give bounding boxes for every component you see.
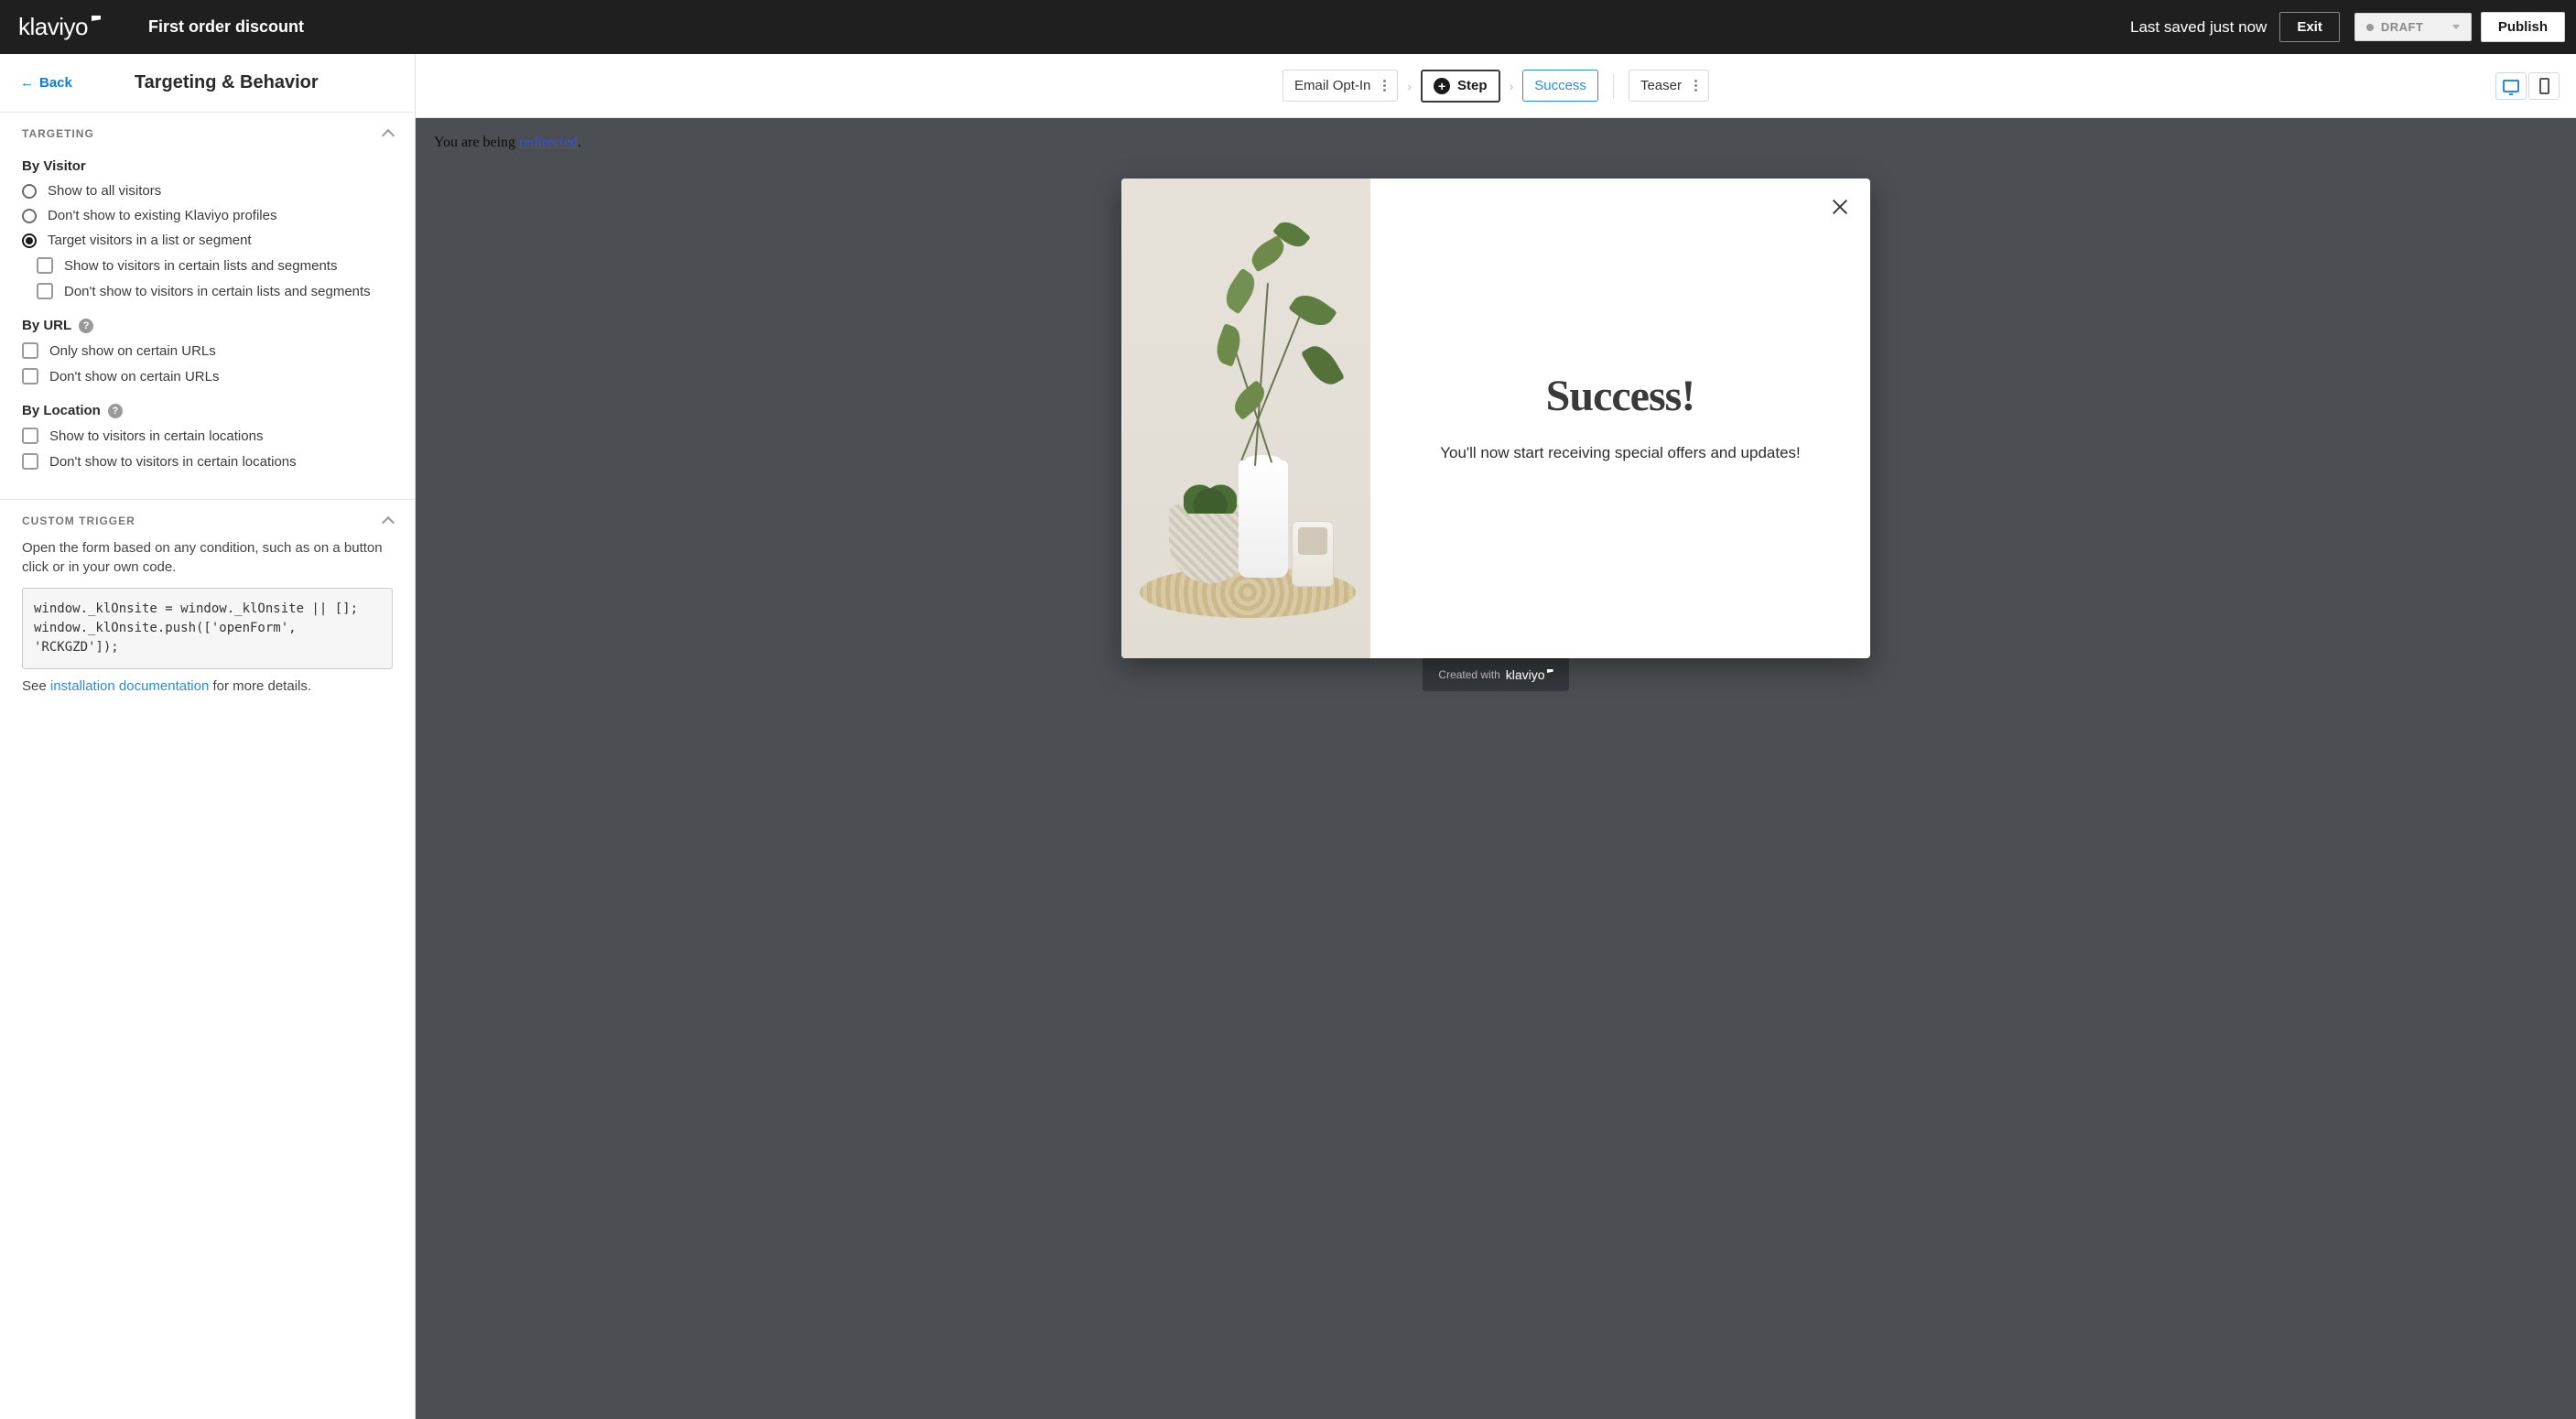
- radio-exclude-klaviyo-profiles[interactable]: Don't show to existing Klaviyo profiles: [22, 208, 393, 223]
- by-visitor-title: By Visitor: [22, 158, 393, 174]
- targeting-section: TARGETING By Visitor Show to all visitor…: [0, 113, 415, 500]
- preview-canvas: You are being redirected.: [416, 118, 2576, 1419]
- by-location-title: By Location ?: [22, 403, 393, 418]
- status-label: DRAFT: [2381, 20, 2445, 34]
- status-dot-icon: [2366, 24, 2374, 31]
- plus-circle-icon: +: [1434, 78, 1450, 94]
- custom-trigger-title: CUSTOM TRIGGER: [22, 515, 135, 527]
- custom-trigger-header[interactable]: CUSTOM TRIGGER: [22, 515, 393, 527]
- popup-heading: Success!: [1546, 371, 1695, 421]
- mobile-icon: [2539, 78, 2549, 94]
- radio-label: Show to all visitors: [48, 183, 161, 199]
- help-icon[interactable]: ?: [108, 404, 123, 418]
- checkbox-show-locations[interactable]: Show to visitors in certain locations: [22, 428, 393, 444]
- step-label: Email Opt-In: [1294, 78, 1370, 93]
- checkbox-label: Show to visitors in certain locations: [49, 428, 263, 444]
- radio-icon: [22, 209, 37, 223]
- kebab-menu-icon[interactable]: [1691, 80, 1701, 92]
- add-step-label: Step: [1457, 78, 1488, 93]
- sidebar: ← Back Targeting & Behavior TARGETING By…: [0, 54, 416, 1419]
- radio-icon: [22, 184, 37, 199]
- popup-image-panel: [1121, 179, 1370, 658]
- redirect-link[interactable]: redirected: [519, 135, 578, 150]
- checkbox-label: Don't show on certain URLs: [49, 369, 219, 385]
- checkbox-label: Don't show to visitors in certain lists …: [64, 284, 371, 299]
- popup-body: You'll now start receiving special offer…: [1440, 441, 1801, 465]
- by-url-title: By URL ?: [22, 318, 393, 333]
- checkbox-icon: [22, 453, 38, 470]
- status-dropdown[interactable]: DRAFT: [2354, 13, 2472, 41]
- step-teaser[interactable]: Teaser: [1629, 70, 1709, 102]
- device-mobile-button[interactable]: [2528, 72, 2560, 100]
- popup-preview[interactable]: Success! You'll now start receiving spec…: [1121, 179, 1870, 658]
- step-label: Teaser: [1640, 78, 1682, 93]
- checkbox-icon: [37, 257, 53, 274]
- panel-title: Targeting & Behavior: [135, 72, 319, 93]
- last-saved-text: Last saved just now: [2130, 18, 2267, 37]
- chevron-up-icon: [382, 129, 395, 142]
- device-toggle: [2495, 72, 2560, 100]
- back-button[interactable]: ← Back: [20, 75, 72, 91]
- created-with-badge[interactable]: Created with klaviyo: [1423, 658, 1569, 691]
- form-title: First order discount: [148, 17, 304, 37]
- radio-show-all-visitors[interactable]: Show to all visitors: [22, 183, 393, 199]
- popup-content-panel: Success! You'll now start receiving spec…: [1370, 179, 1870, 658]
- custom-trigger-section: CUSTOM TRIGGER Open the form based on an…: [0, 500, 415, 714]
- steps-bar: Email Opt-In › + Step › Success Teaser: [416, 54, 2576, 118]
- exit-button[interactable]: Exit: [2279, 12, 2340, 42]
- device-desktop-button[interactable]: [2495, 72, 2527, 100]
- arrow-left-icon: ←: [20, 75, 34, 91]
- custom-trigger-see-more: See installation documentation for more …: [22, 678, 393, 694]
- radio-label: Don't show to existing Klaviyo profiles: [48, 208, 276, 223]
- checkbox-icon: [22, 342, 38, 359]
- back-label: Back: [39, 75, 72, 91]
- by-url-label: By URL: [22, 318, 71, 333]
- installation-doc-link[interactable]: installation documentation: [50, 678, 209, 694]
- step-divider: [1613, 73, 1614, 99]
- step-success[interactable]: Success: [1522, 70, 1598, 102]
- created-with-text: Created with: [1438, 668, 1499, 681]
- popup-close-button[interactable]: [1830, 197, 1850, 222]
- custom-trigger-desc: Open the form based on any condition, su…: [22, 538, 393, 577]
- sidebar-header: ← Back Targeting & Behavior: [0, 54, 415, 113]
- radio-target-segment[interactable]: Target visitors in a list or segment: [22, 233, 393, 248]
- by-location-label: By Location: [22, 403, 101, 418]
- brand-logo: klaviyo: [18, 13, 101, 41]
- checkbox-icon: [22, 428, 38, 444]
- publish-button[interactable]: Publish: [2481, 12, 2565, 42]
- desktop-icon: [2503, 80, 2519, 92]
- checkbox-only-show-urls[interactable]: Only show on certain URLs: [22, 342, 393, 359]
- targeting-section-title: TARGETING: [22, 127, 94, 140]
- checkbox-hide-locations[interactable]: Don't show to visitors in certain locati…: [22, 453, 393, 470]
- topbar: klaviyo First order discount Last saved …: [0, 0, 2576, 54]
- chevron-right-icon: ›: [1510, 79, 1514, 93]
- checkbox-icon: [22, 368, 38, 385]
- checkbox-hide-certain-segments[interactable]: Don't show to visitors in certain lists …: [37, 283, 393, 299]
- klaviyo-mini-logo: klaviyo: [1506, 667, 1553, 682]
- checkbox-icon: [37, 283, 53, 299]
- step-label: Success: [1534, 78, 1586, 93]
- redirect-text: You are being redirected.: [434, 135, 2560, 151]
- checkbox-label: Show to visitors in certain lists and se…: [64, 258, 337, 274]
- add-step-button[interactable]: + Step: [1421, 70, 1500, 103]
- radio-label: Target visitors in a list or segment: [48, 233, 252, 248]
- targeting-section-header[interactable]: TARGETING: [22, 127, 393, 140]
- kebab-menu-icon[interactable]: [1380, 80, 1390, 92]
- checkbox-dont-show-urls[interactable]: Don't show on certain URLs: [22, 368, 393, 385]
- step-email-optin[interactable]: Email Opt-In: [1283, 70, 1398, 102]
- checkbox-label: Don't show to visitors in certain locati…: [49, 454, 297, 470]
- chevron-up-icon: [382, 516, 395, 529]
- caret-down-icon: [2452, 25, 2460, 29]
- checkbox-label: Only show on certain URLs: [49, 343, 216, 359]
- help-icon[interactable]: ?: [79, 319, 93, 333]
- chevron-right-icon: ›: [1407, 79, 1412, 93]
- checkbox-show-certain-segments[interactable]: Show to visitors in certain lists and se…: [37, 257, 393, 274]
- close-icon: [1830, 197, 1850, 217]
- custom-trigger-code[interactable]: window._klOnsite = window._klOnsite || […: [22, 588, 393, 669]
- radio-icon: [22, 233, 37, 248]
